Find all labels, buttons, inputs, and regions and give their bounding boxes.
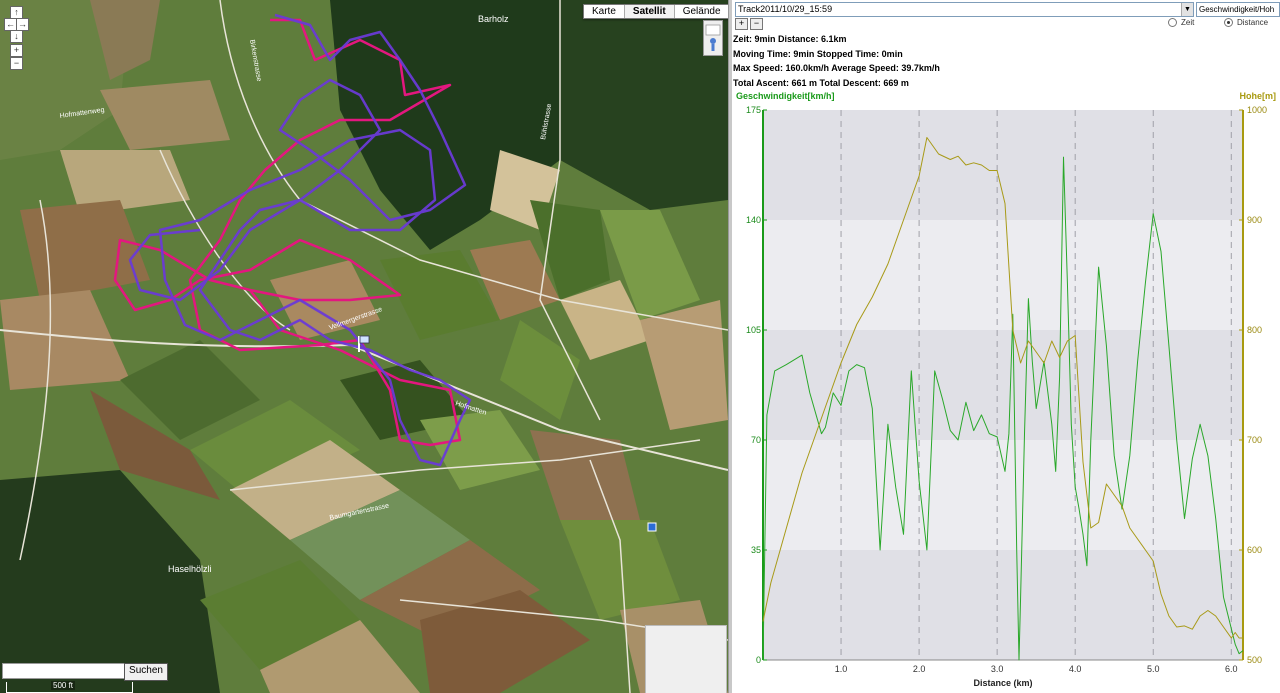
track-select[interactable]: Track2011/10/29_15:59 ▼ <box>735 2 1194 17</box>
speed-elevation-chart[interactable]: 0 35 70 105 140 175 500 600 700 800 900 1000 1.0 2.0 3… <box>732 86 1280 693</box>
zoom-out-button[interactable]: − <box>10 57 23 70</box>
x-axis-label: Distance (km) <box>973 678 1032 688</box>
scale-bar: 500 ft <box>6 681 133 693</box>
chart-zoom-in-button[interactable]: + <box>735 18 748 30</box>
y-right-tick-label: 600 <box>1247 545 1262 555</box>
chevron-down-icon[interactable]: ▼ <box>1181 3 1193 16</box>
chart-band <box>763 550 1243 660</box>
radio-distance[interactable]: Distance <box>1224 18 1268 27</box>
scale-label: 500 ft <box>51 681 76 690</box>
zoom-in-button[interactable]: + <box>10 44 23 57</box>
x-tick-label: 6.0 <box>1225 664 1238 674</box>
map-type-gelande[interactable]: Gelände <box>673 5 728 18</box>
map-type-satellit[interactable]: Satellit <box>623 5 674 18</box>
y-left-tick-label: 175 <box>746 105 761 115</box>
x-tick-label: 3.0 <box>991 664 1004 674</box>
map-type-control: Karte Satellit Gelände <box>583 4 728 19</box>
chart-band <box>763 330 1243 440</box>
search-button[interactable]: Suchen <box>124 663 168 681</box>
stats-line: Zeit: 9min Distance: 6.1km <box>733 34 847 44</box>
x-tick-label: 1.0 <box>835 664 848 674</box>
chart-zoom-out-button[interactable]: − <box>750 18 763 30</box>
y-left-tick-label: 70 <box>751 435 761 445</box>
y-right-tick-label: 700 <box>1247 435 1262 445</box>
radio-distance-label: Distance <box>1237 18 1269 27</box>
street-view-pegman-icon[interactable] <box>703 20 723 56</box>
chart-band <box>763 220 1243 330</box>
radio-time-icon <box>1168 18 1177 27</box>
stats-line: Max Speed: 160.0km/h Average Speed: 39.7… <box>733 63 940 73</box>
map-view[interactable]: Barholz Haselhölzli Hofmattenweg Vellmer… <box>0 0 728 693</box>
radio-distance-icon <box>1224 18 1233 27</box>
x-tick-label: 2.0 <box>913 664 926 674</box>
map-type-karte[interactable]: Karte <box>584 5 624 18</box>
radio-time-label: Zeit <box>1181 18 1195 27</box>
radio-time[interactable]: Zeit <box>1168 18 1194 27</box>
x-tick-label: 4.0 <box>1069 664 1082 674</box>
y-right-tick-label: 900 <box>1247 215 1262 225</box>
elevation-panel: Track2011/10/29_15:59 ▼ Geschwindigkeit/… <box>732 0 1280 693</box>
y-left-tick-label: 140 <box>746 215 761 225</box>
y-left-tick-label: 0 <box>756 655 761 665</box>
y-right-tick-label: 500 <box>1247 655 1262 665</box>
stats-line: Moving Time: 9min Stopped Time: 0min <box>733 48 903 59</box>
metric-select[interactable]: Geschwindigkeit/Hoh <box>1196 2 1280 17</box>
place-label: Haselhölzli <box>168 564 212 574</box>
satellite-imagery: Barholz Haselhölzli Hofmattenweg Vellmer… <box>0 0 728 693</box>
track-stats: Zeit: 9min Distance: 6.1km Moving Time: … <box>733 32 940 90</box>
x-tick-label: 5.0 <box>1147 664 1160 674</box>
track-select-value: Track2011/10/29_15:59 <box>738 4 833 14</box>
overview-map[interactable] <box>645 625 727 693</box>
chart-band <box>763 110 1243 220</box>
y-right-tick-label: 1000 <box>1247 105 1267 115</box>
chart-band <box>763 440 1243 550</box>
place-label: Barholz <box>478 14 509 24</box>
y-left-axis-label: Geschwindigkeit[km/h] <box>736 91 835 101</box>
y-left-tick-label: 35 <box>751 545 761 555</box>
pan-down-icon[interactable]: ↓ <box>10 30 23 43</box>
y-left-tick-label: 105 <box>746 325 761 335</box>
y-right-axis-label: Hohe[m] <box>1240 91 1277 101</box>
y-right-tick-label: 800 <box>1247 325 1262 335</box>
search-input[interactable] <box>2 663 128 679</box>
